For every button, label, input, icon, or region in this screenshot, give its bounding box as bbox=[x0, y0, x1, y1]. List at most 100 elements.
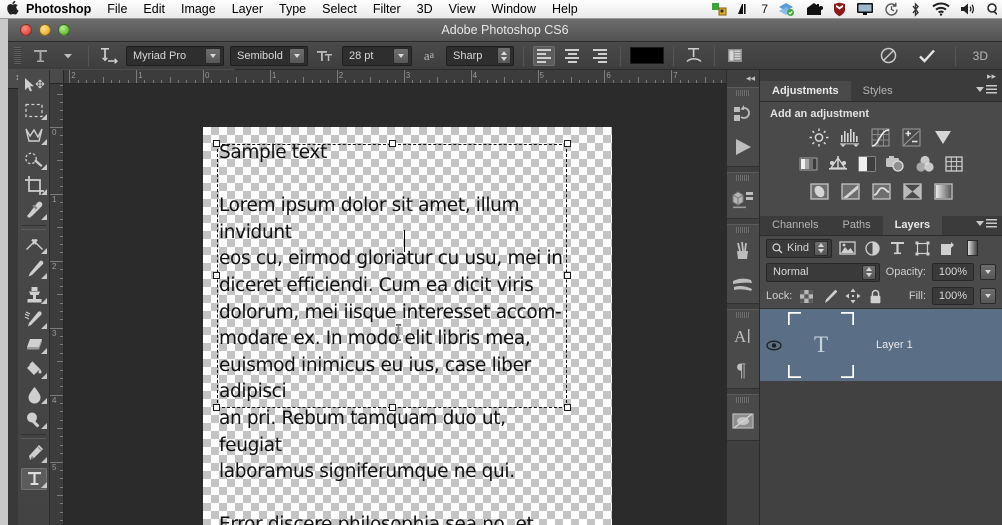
vibrance-icon[interactable] bbox=[932, 127, 954, 147]
exposure-icon[interactable] bbox=[901, 127, 923, 147]
anti-alias-select[interactable]: Sharp bbox=[446, 45, 514, 66]
menu-view[interactable]: View bbox=[441, 0, 484, 19]
tab-channels[interactable]: Channels bbox=[760, 215, 830, 235]
tool-more-triangle-icon[interactable] bbox=[41, 273, 47, 279]
layers-panel-menu-icon[interactable] bbox=[976, 219, 997, 228]
channel-mixer-icon[interactable] bbox=[932, 181, 954, 201]
text-color-swatch[interactable] bbox=[630, 47, 664, 64]
tool-more-triangle-icon[interactable] bbox=[41, 139, 47, 145]
tool-more-triangle-icon[interactable] bbox=[41, 114, 47, 120]
volume-icon[interactable] bbox=[955, 0, 982, 19]
display-icon[interactable] bbox=[851, 0, 879, 19]
lock-position-icon[interactable] bbox=[844, 288, 861, 305]
transform-handle-top-right[interactable] bbox=[564, 140, 571, 147]
pen-tool[interactable] bbox=[18, 441, 50, 466]
gradient-map-icon[interactable] bbox=[943, 154, 965, 174]
eye-icon[interactable] bbox=[760, 340, 788, 351]
blend-mode-stepper-icon[interactable] bbox=[861, 264, 876, 280]
text-bounding-box[interactable]: Sample text Lorem ipsum dolor sit amet, … bbox=[217, 142, 567, 525]
transform-handle-bottom-center[interactable] bbox=[389, 404, 396, 411]
text-orientation-icon[interactable] bbox=[98, 45, 120, 66]
history-brush-tool[interactable] bbox=[18, 307, 50, 332]
menu-type[interactable]: Type bbox=[271, 0, 314, 19]
dodge-tool[interactable] bbox=[18, 407, 50, 432]
adobe-cc-icon[interactable] bbox=[773, 0, 800, 19]
cancel-icon[interactable] bbox=[878, 45, 900, 66]
selective-color-icon[interactable] bbox=[870, 181, 892, 201]
menu-window[interactable]: Window bbox=[484, 0, 544, 19]
transform-handle-middle-right[interactable] bbox=[564, 272, 571, 279]
adobe-a-icon[interactable] bbox=[732, 0, 756, 19]
tool-more-triangle-icon[interactable] bbox=[41, 164, 47, 170]
font-family-select[interactable]: Myriad Pro bbox=[126, 45, 224, 66]
paint-bucket-tool[interactable] bbox=[18, 357, 50, 382]
invert-icon[interactable] bbox=[901, 181, 923, 201]
posterize-icon[interactable] bbox=[798, 154, 820, 174]
menu-photoshop[interactable]: Photoshop bbox=[20, 0, 99, 19]
apple-menu-icon[interactable] bbox=[0, 0, 20, 18]
dock-grip[interactable] bbox=[736, 90, 750, 96]
color-lookup-icon[interactable] bbox=[839, 181, 861, 201]
eraser-tool[interactable] bbox=[18, 332, 50, 357]
dock-grip-2[interactable] bbox=[736, 175, 750, 181]
expand-dock-button[interactable]: ◂◂ bbox=[727, 70, 759, 87]
color-balance-icon[interactable] bbox=[914, 154, 936, 174]
menu-layer[interactable]: Layer bbox=[224, 0, 271, 19]
blend-mode-select[interactable]: Normal bbox=[766, 262, 880, 282]
fill-chevron-down-icon[interactable] bbox=[980, 288, 996, 304]
anti-alias-stepper-icon[interactable] bbox=[497, 47, 511, 64]
ruler-origin-corner[interactable] bbox=[50, 70, 64, 84]
layer-thumbnail[interactable]: T bbox=[788, 312, 854, 378]
eyedropper-tool[interactable] bbox=[18, 198, 50, 223]
layer-name[interactable]: Layer 1 bbox=[876, 339, 913, 351]
levels-icon[interactable] bbox=[839, 127, 861, 147]
lock-all-icon[interactable] bbox=[867, 288, 884, 305]
minimize-window-button[interactable] bbox=[39, 24, 51, 36]
move-tool[interactable] bbox=[18, 73, 50, 98]
zoom-window-button[interactable] bbox=[58, 24, 70, 36]
toggle-character-panel-icon[interactable] bbox=[724, 45, 746, 66]
rectangular-marquee-tool[interactable] bbox=[18, 98, 50, 123]
opacity-value[interactable]: 100% bbox=[932, 263, 974, 281]
spotlight-icon[interactable] bbox=[982, 0, 1002, 19]
transform-handle-top-center[interactable] bbox=[389, 140, 396, 147]
tool-more-triangle-icon[interactable] bbox=[41, 348, 47, 354]
menu-image[interactable]: Image bbox=[173, 0, 224, 19]
threshold-icon[interactable] bbox=[827, 154, 849, 174]
hue-saturation-icon[interactable] bbox=[808, 181, 830, 201]
shape-layer-filter-icon[interactable] bbox=[913, 239, 932, 258]
menu-help[interactable]: Help bbox=[544, 0, 586, 19]
transform-handle-top-left[interactable] bbox=[213, 140, 220, 147]
actions-panel-icon[interactable] bbox=[727, 130, 759, 163]
align-right-button[interactable] bbox=[589, 46, 611, 66]
black-white-icon[interactable] bbox=[856, 154, 878, 174]
font-style-chevron-down-icon[interactable] bbox=[289, 47, 305, 64]
brightness-contrast-icon[interactable] bbox=[808, 127, 830, 147]
tool-more-triangle-icon[interactable] bbox=[41, 298, 47, 304]
paragraph-panel-icon[interactable]: ¶ bbox=[727, 352, 759, 385]
pixel-layer-filter-icon[interactable] bbox=[838, 239, 857, 258]
layer-kind-stepper-icon[interactable] bbox=[814, 240, 828, 256]
warp-text-icon[interactable] bbox=[683, 45, 705, 66]
font-size-input[interactable]: 28 pt bbox=[342, 45, 412, 66]
tab-adjustments[interactable]: Adjustments bbox=[760, 81, 851, 101]
quick-selection-tool[interactable] bbox=[18, 148, 50, 173]
menu-3d[interactable]: 3D bbox=[409, 0, 441, 19]
menu-file[interactable]: File bbox=[99, 0, 135, 19]
font-size-chevron-down-icon[interactable] bbox=[393, 47, 409, 64]
canvas-viewport[interactable]: Sample text Lorem ipsum dolor sit amet, … bbox=[64, 84, 760, 525]
tool-more-triangle-icon[interactable] bbox=[41, 457, 47, 463]
brush-presets-panel-icon[interactable] bbox=[727, 234, 759, 267]
spot-healing-brush-tool[interactable] bbox=[18, 232, 50, 257]
three-d-panel-icon[interactable] bbox=[727, 182, 759, 215]
lock-transparent-pixels-icon[interactable] bbox=[798, 288, 815, 305]
menu-edit[interactable]: Edit bbox=[135, 0, 173, 19]
crop-tool[interactable] bbox=[18, 173, 50, 198]
brush-panel-icon[interactable] bbox=[727, 267, 759, 300]
tab-layers[interactable]: Layers bbox=[882, 215, 943, 235]
tool-more-triangle-icon[interactable] bbox=[41, 398, 47, 404]
clone-stamp-tool[interactable] bbox=[18, 282, 50, 307]
filter-toggle-icon[interactable] bbox=[963, 239, 982, 258]
bluetooth-icon[interactable] bbox=[904, 0, 927, 19]
type-tool[interactable] bbox=[18, 466, 50, 491]
